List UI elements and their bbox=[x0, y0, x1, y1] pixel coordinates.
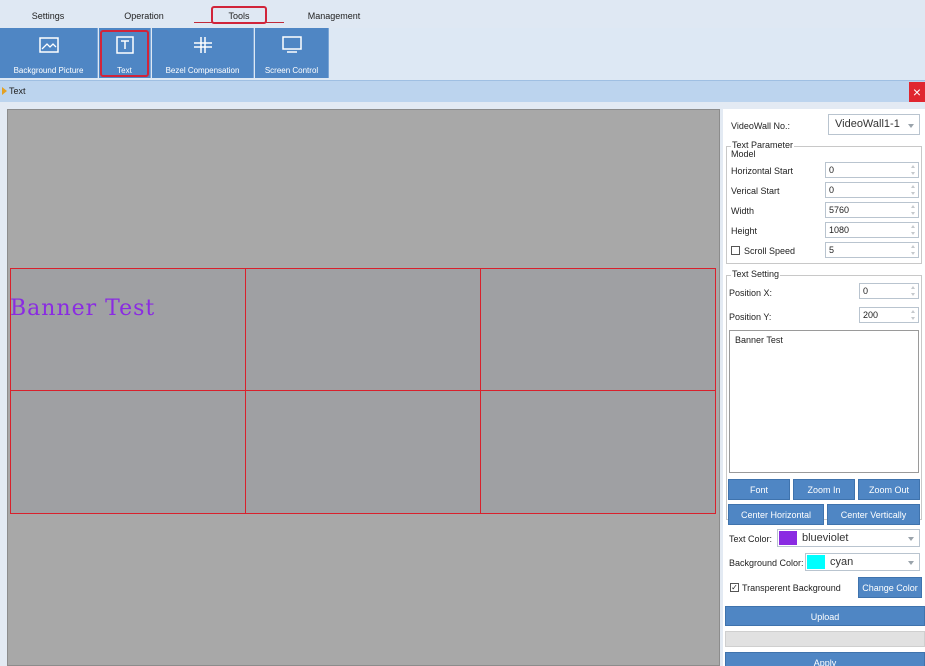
progress-bar bbox=[725, 631, 925, 647]
apply-button[interactable]: Apply bbox=[725, 652, 925, 666]
width-input[interactable]: 5760 bbox=[825, 202, 919, 218]
width-label: Width bbox=[731, 206, 755, 216]
scroll-speed-checkbox[interactable] bbox=[731, 246, 740, 255]
change-color-button[interactable]: Change Color bbox=[858, 577, 922, 598]
scroll-speed-label: Scroll Speed bbox=[744, 246, 796, 256]
center-vertically-button[interactable]: Center Vertically bbox=[827, 504, 920, 525]
tools-highlight-box bbox=[211, 6, 267, 24]
position-x-input[interactable]: 0 bbox=[859, 283, 919, 299]
chevron-down-icon bbox=[908, 123, 914, 128]
screen-control-label: Screen Control bbox=[264, 66, 319, 75]
position-y-label: Position Y: bbox=[729, 312, 772, 322]
videowall-label: VideoWall No.: bbox=[731, 121, 791, 131]
transparent-background-label: Transperent Background bbox=[742, 583, 841, 593]
vertical-start-value: 0 bbox=[829, 185, 835, 195]
monitor-icon bbox=[281, 36, 302, 53]
preview-canvas[interactable]: Banner Test bbox=[7, 109, 720, 666]
background-picture-button[interactable]: Background Picture bbox=[0, 28, 98, 78]
menu-bar: Settings Operation Tools Management bbox=[0, 0, 925, 28]
position-x-value: 0 bbox=[863, 286, 869, 296]
background-color-value: cyan bbox=[830, 556, 854, 568]
upload-button[interactable]: Upload bbox=[725, 606, 925, 626]
picture-icon bbox=[38, 37, 59, 53]
horizontal-start-input[interactable]: 0 bbox=[825, 162, 919, 178]
bezel-icon bbox=[193, 37, 212, 53]
font-button[interactable]: Font bbox=[728, 479, 790, 500]
chevron-down-icon bbox=[908, 537, 914, 541]
text-color-swatch bbox=[779, 531, 797, 545]
spinner-arrows-icon[interactable] bbox=[910, 204, 917, 216]
height-label: Height bbox=[731, 226, 758, 236]
vertical-start-input[interactable]: 0 bbox=[825, 182, 919, 198]
spinner-arrows-icon[interactable] bbox=[910, 244, 917, 256]
settings-panel: VideoWall No.: VideoWall1-1 Text Paramet… bbox=[723, 109, 925, 666]
spinner-arrows-icon[interactable] bbox=[910, 309, 917, 321]
wall-cell bbox=[480, 268, 716, 391]
scroll-speed-value: 5 bbox=[829, 245, 835, 255]
background-picture-label: Background Picture bbox=[13, 66, 84, 75]
height-input[interactable]: 1080 bbox=[825, 222, 919, 238]
text-button-highlight-box bbox=[100, 30, 149, 77]
horizontal-start-label: Horizontal Start bbox=[731, 166, 794, 176]
background-color-swatch bbox=[807, 555, 825, 569]
text-content-textarea[interactable]: Banner Test bbox=[729, 330, 919, 473]
height-value: 1080 bbox=[829, 225, 850, 235]
vertical-start-label: Verical Start bbox=[731, 186, 780, 196]
text-color-select[interactable]: blueviolet bbox=[777, 529, 920, 547]
text-color-label: Text Color: bbox=[729, 534, 773, 544]
text-color-value: blueviolet bbox=[802, 532, 849, 544]
banner-text[interactable]: Banner Test bbox=[10, 296, 155, 321]
zoom-in-button[interactable]: Zoom In bbox=[793, 479, 855, 500]
wall-cell bbox=[480, 390, 716, 514]
wall-cell bbox=[245, 268, 481, 391]
position-y-value: 200 bbox=[863, 310, 879, 320]
bezel-compensation-button[interactable]: Bezel Compensation bbox=[152, 28, 254, 78]
spinner-arrows-icon[interactable] bbox=[910, 224, 917, 236]
tab-text[interactable]: Text bbox=[9, 86, 26, 96]
screen-control-button[interactable]: Screen Control bbox=[255, 28, 329, 78]
menu-settings[interactable]: Settings bbox=[26, 9, 70, 23]
text-setting-title: Text Setting bbox=[731, 269, 781, 279]
wall-cell bbox=[10, 268, 246, 391]
scroll-speed-input[interactable]: 5 bbox=[825, 242, 919, 258]
close-icon[interactable]: × bbox=[909, 82, 925, 102]
center-horizontal-button[interactable]: Center Horizontal bbox=[728, 504, 824, 525]
chevron-down-icon bbox=[908, 561, 914, 565]
model-label: Model bbox=[731, 149, 756, 159]
spinner-arrows-icon[interactable] bbox=[910, 184, 917, 196]
bezel-compensation-label: Bezel Compensation bbox=[165, 66, 240, 75]
zoom-out-button[interactable]: Zoom Out bbox=[858, 479, 920, 500]
tab-bar: Text bbox=[0, 80, 925, 102]
videowall-value: VideoWall1-1 bbox=[835, 118, 900, 130]
wall-cell bbox=[245, 390, 481, 514]
videowall-select[interactable]: VideoWall1-1 bbox=[828, 114, 920, 135]
position-y-input[interactable]: 200 bbox=[859, 307, 919, 323]
width-value: 5760 bbox=[829, 205, 850, 215]
spinner-arrows-icon[interactable] bbox=[910, 285, 917, 297]
menu-operation[interactable]: Operation bbox=[116, 9, 172, 23]
menu-management[interactable]: Management bbox=[300, 9, 368, 23]
background-color-select[interactable]: cyan bbox=[805, 553, 920, 571]
tab-arrow-icon bbox=[2, 87, 7, 95]
transparent-background-checkbox[interactable]: ✓ bbox=[730, 583, 739, 592]
background-color-label: Background Color: bbox=[729, 558, 804, 568]
spinner-arrows-icon[interactable] bbox=[910, 164, 917, 176]
horizontal-start-value: 0 bbox=[829, 165, 835, 175]
wall-cell bbox=[10, 390, 246, 514]
position-x-label: Position X: bbox=[729, 288, 773, 298]
